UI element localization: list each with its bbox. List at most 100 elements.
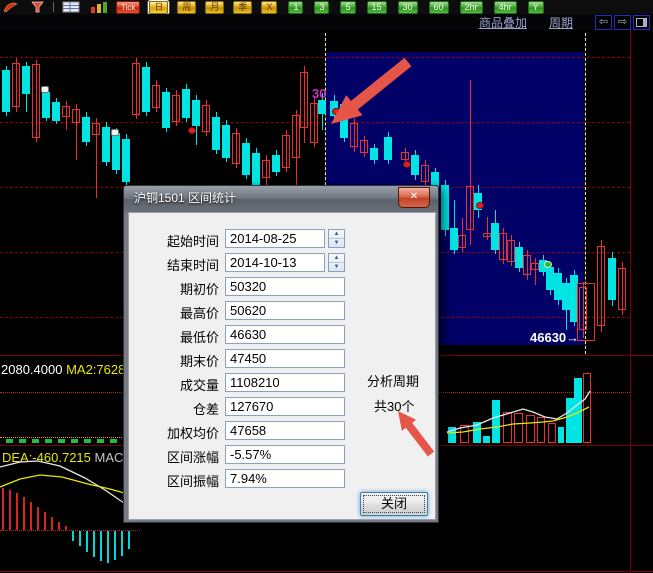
candlestick: [142, 67, 150, 112]
field-input-最高价[interactable]: 50620: [225, 301, 345, 320]
field-label: 仓差: [129, 399, 219, 418]
dialog-close-icon[interactable]: ✕: [398, 187, 430, 208]
volume-bar: [526, 415, 535, 443]
spinner-down-icon[interactable]: ▼: [329, 239, 344, 247]
left-volume-bar: [6, 439, 13, 443]
period-button-2hr[interactable]: 2hr: [460, 1, 483, 14]
spinner-up-icon[interactable]: ▲: [329, 254, 344, 263]
chart-view-icon[interactable]: [90, 1, 108, 13]
candlestick: [401, 152, 409, 160]
candlestick: [162, 92, 170, 128]
field-input-结束时间[interactable]: 2014-10-13: [225, 253, 325, 272]
left-volume-bar: [32, 439, 39, 443]
white-signal-marker: [111, 129, 119, 136]
focus-rect: [363, 495, 425, 513]
period-button-月[interactable]: 月: [205, 1, 224, 14]
period-button-X[interactable]: X: [261, 1, 277, 14]
panel-separator: [0, 571, 653, 572]
volume-bar: [483, 436, 490, 443]
candlestick: [350, 123, 358, 147]
spinner-up-icon[interactable]: ▲: [329, 230, 344, 239]
candlestick: [62, 106, 70, 117]
candlestick: [92, 123, 100, 135]
candlestick: [370, 148, 378, 160]
spinner-down-icon[interactable]: ▼: [329, 263, 344, 271]
field-label: 区间振幅: [129, 471, 219, 490]
candlestick: [507, 240, 515, 262]
nav-forward-icon[interactable]: ⇨: [614, 15, 631, 30]
period-button-Y[interactable]: Y: [528, 1, 544, 14]
field-input-期初价[interactable]: 50320: [225, 277, 345, 296]
field-row-区间振幅: 区间振幅 7.94%: [129, 469, 435, 488]
draw-tool-icon[interactable]: [3, 1, 19, 13]
candlestick: [122, 139, 130, 182]
candlestick: [618, 268, 626, 310]
candlestick: [112, 133, 120, 170]
candlestick: [52, 102, 60, 121]
candlestick: [252, 153, 260, 185]
volume-bar: [460, 425, 469, 443]
candlestick: [232, 133, 240, 164]
nav-back-icon[interactable]: ⇦: [595, 15, 612, 30]
candlestick: [499, 233, 507, 260]
candlestick: [411, 155, 419, 175]
green-signal-marker: [544, 261, 552, 268]
candlestick: [82, 117, 90, 142]
axis-divider: [630, 30, 631, 571]
field-input-成交量[interactable]: 1108210: [225, 373, 345, 392]
dialog-body: 起始时间2014-08-25▲▼结束时间2014-10-13▲▼期初价50320…: [128, 212, 436, 520]
period-link[interactable]: 周期: [549, 14, 573, 31]
field-input-仓差[interactable]: 127670: [225, 397, 345, 416]
period-button-4hr[interactable]: 4hr: [494, 1, 517, 14]
field-label: 起始时间: [129, 231, 219, 250]
field-input-加权均价[interactable]: 47658: [225, 421, 345, 440]
volume-bar: [473, 422, 481, 443]
field-row-加权均价: 加权均价47658: [129, 421, 435, 440]
field-label: 最高价: [129, 303, 219, 322]
period-tick-button[interactable]: Tick: [116, 1, 140, 14]
candlestick: [212, 117, 220, 150]
close-button[interactable]: 关闭: [360, 492, 428, 516]
date-spinner[interactable]: ▲▼: [328, 229, 345, 248]
candlestick: [531, 263, 539, 270]
field-input-最低价[interactable]: 46630: [225, 325, 345, 344]
period-button-3[interactable]: 3: [314, 1, 329, 14]
period-button-1[interactable]: 1: [288, 1, 303, 14]
period-button-5[interactable]: 5: [340, 1, 355, 14]
period-button-季[interactable]: 季: [233, 1, 252, 14]
field-input-区间涨幅[interactable]: -5.57%: [225, 445, 345, 464]
macd-bar-negative: [86, 531, 88, 552]
filter-funnel-icon[interactable]: [31, 1, 44, 13]
overlay-link[interactable]: 商品叠加: [479, 14, 527, 31]
field-row-区间涨幅: 区间涨幅-5.57%: [129, 445, 435, 464]
field-input-期末价[interactable]: 47450: [225, 349, 345, 368]
left-volume-bar: [45, 439, 52, 443]
period-button-周[interactable]: 周: [177, 1, 196, 14]
dea-value: DEA:-460.7215: [2, 450, 91, 465]
macd-bar-positive: [37, 507, 39, 530]
period-button-15[interactable]: 15: [367, 1, 387, 14]
period-button-日[interactable]: 日: [149, 1, 168, 14]
count-note: 共30个: [374, 396, 414, 415]
macd-zero-line: [0, 530, 140, 531]
macd-bar-positive: [23, 497, 25, 530]
split-window-icon[interactable]: [633, 15, 650, 30]
field-input-区间振幅[interactable]: 7.94%: [225, 469, 345, 488]
field-input-起始时间[interactable]: 2014-08-25: [225, 229, 325, 248]
candlestick: [546, 267, 554, 290]
candlestick: [292, 115, 300, 158]
table-view-icon[interactable]: [62, 1, 80, 13]
volume-bar: [448, 427, 456, 443]
candlestick: [202, 105, 210, 132]
date-spinner[interactable]: ▲▼: [328, 253, 345, 272]
macd-bar-negative: [114, 531, 116, 560]
left-volume-bar: [19, 439, 26, 443]
dialog-titlebar[interactable]: 沪铜1501 区间统计: [124, 186, 438, 212]
macd-bar-negative: [107, 531, 109, 563]
period-button-30[interactable]: 30: [398, 1, 418, 14]
candlestick: [421, 165, 429, 182]
field-label: 最低价: [129, 327, 219, 346]
candlestick: [310, 103, 318, 143]
period-button-60[interactable]: 60: [429, 1, 449, 14]
macd-header: DEA:-460.7215 MACD: [2, 450, 133, 465]
